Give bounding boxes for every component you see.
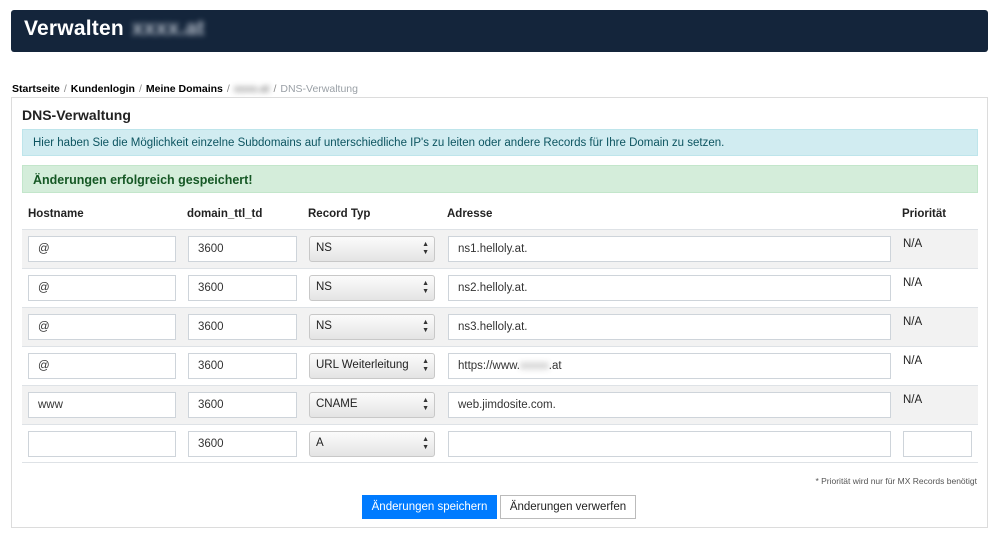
- record-type-value: URL Weiterleitung: [316, 359, 409, 371]
- table-row: NS ▲▼ N/A: [22, 307, 978, 346]
- breadcrumb-active: DNS-Verwaltung: [280, 83, 358, 95]
- page-title-domain: xxxx.at: [131, 17, 205, 40]
- breadcrumb-separator: /: [63, 83, 67, 95]
- record-type-select[interactable]: A ▲ ▼: [309, 431, 435, 457]
- address-input[interactable]: https://www.xxxxx.at: [448, 353, 891, 379]
- priority-note: * Priorität wird nur für MX Records benö…: [815, 476, 977, 486]
- select-arrows-icon: ▲ ▼: [422, 358, 429, 373]
- ttl-input[interactable]: [188, 353, 297, 379]
- record-type-value: CNAME: [316, 398, 358, 410]
- hostname-input[interactable]: [28, 275, 176, 301]
- breadcrumb-kundenlogin[interactable]: Kundenlogin: [71, 83, 135, 95]
- select-arrows-icon: ▲ ▼: [422, 397, 429, 412]
- record-type-select[interactable]: URL Weiterleitung ▲ ▼: [309, 353, 435, 379]
- hostname-input[interactable]: [28, 353, 176, 379]
- header-record-type: Record Typ: [308, 208, 371, 220]
- ttl-input[interactable]: [188, 275, 297, 301]
- hostname-input[interactable]: [28, 431, 176, 457]
- priority-value: N/A: [903, 394, 923, 406]
- priority-value: N/A: [903, 277, 923, 289]
- header-hostname: Hostname: [28, 208, 84, 220]
- address-suffix: .at: [548, 360, 562, 372]
- hostname-input[interactable]: [28, 236, 176, 262]
- address-input[interactable]: [448, 236, 891, 262]
- page-title: Verwalten xxxx.at: [24, 17, 204, 41]
- panel-title: DNS-Verwaltung: [22, 107, 131, 123]
- record-type-select[interactable]: NS ▲ ▼: [309, 275, 435, 301]
- record-type-select[interactable]: NS ▲ ▼: [309, 314, 435, 340]
- save-changes-button[interactable]: Änderungen speichern: [362, 495, 497, 519]
- priority-value: N/A: [903, 238, 923, 250]
- ttl-input[interactable]: [188, 431, 297, 457]
- address-input[interactable]: [448, 275, 891, 301]
- table-row: CNAME ▲▼ N/A: [22, 385, 978, 424]
- ttl-input[interactable]: [188, 236, 297, 262]
- select-arrows-icon: ▲ ▼: [422, 241, 429, 256]
- page-header: Verwalten xxxx.at: [11, 10, 988, 52]
- table-row: URL Weiterleitung ▲▼ https://www.xxxxx.a…: [22, 346, 978, 385]
- breadcrumb-separator: /: [138, 83, 142, 95]
- ttl-input[interactable]: [188, 314, 297, 340]
- success-alert: Änderungen erfolgreich gespeichert!: [22, 165, 978, 193]
- address-prefix: https://www.: [458, 360, 520, 372]
- select-arrows-icon: ▲ ▼: [422, 280, 429, 295]
- address-input[interactable]: [448, 314, 891, 340]
- hostname-input[interactable]: [28, 392, 176, 418]
- breadcrumb-domain[interactable]: xxxx.at: [234, 83, 270, 95]
- info-alert: Hier haben Sie die Möglichkeit einzelne …: [22, 129, 978, 156]
- address-blurred: xxxxx: [520, 360, 549, 372]
- select-arrows-icon: ▲ ▼: [422, 436, 429, 451]
- table-row: NS ▲▼ N/A: [22, 268, 978, 307]
- priority-value: N/A: [903, 355, 923, 367]
- header-priority: Priorität: [902, 208, 947, 220]
- ttl-input[interactable]: [188, 392, 297, 418]
- page-title-text: Verwalten: [24, 17, 124, 40]
- record-type-value: NS: [316, 242, 332, 254]
- record-type-select[interactable]: CNAME ▲ ▼: [309, 392, 435, 418]
- table-row: A ▲▼: [22, 424, 978, 463]
- header-ttl: domain_ttl_td: [187, 208, 263, 220]
- address-input[interactable]: [448, 392, 891, 418]
- header-address: Adresse: [447, 208, 493, 220]
- record-type-select[interactable]: NS ▲ ▼: [309, 236, 435, 262]
- select-arrows-icon: ▲ ▼: [422, 319, 429, 334]
- breadcrumb-startseite[interactable]: Startseite: [12, 83, 60, 95]
- record-type-value: A: [316, 437, 324, 449]
- address-input[interactable]: [448, 431, 891, 457]
- priority-value: N/A: [903, 316, 923, 328]
- priority-input[interactable]: [903, 431, 972, 457]
- table-row: NS ▲▼ N/A: [22, 229, 978, 268]
- record-type-value: NS: [316, 281, 332, 293]
- dns-panel: DNS-Verwaltung Hier haben Sie die Möglic…: [11, 97, 988, 528]
- breadcrumb-separator: /: [273, 83, 277, 95]
- breadcrumb: Startseite / Kundenlogin / Meine Domains / xxx…: [12, 83, 358, 95]
- record-type-value: NS: [316, 320, 332, 332]
- discard-changes-button[interactable]: Änderungen verwerfen: [500, 495, 636, 519]
- hostname-input[interactable]: [28, 314, 176, 340]
- breadcrumb-meine-domains[interactable]: Meine Domains: [146, 83, 223, 95]
- breadcrumb-separator: /: [226, 83, 230, 95]
